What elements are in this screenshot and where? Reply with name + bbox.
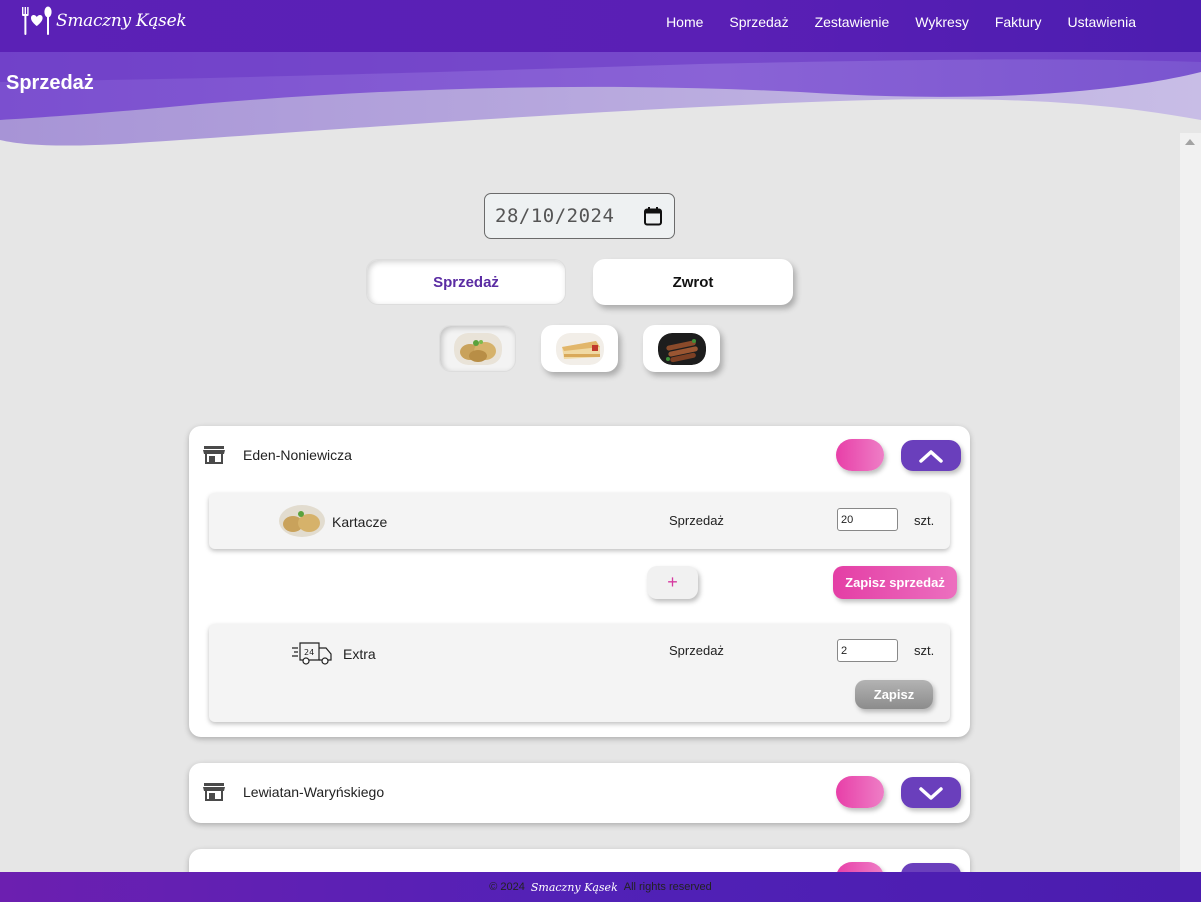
collapse-button[interactable] bbox=[901, 440, 961, 471]
extra-name: Extra bbox=[343, 646, 376, 662]
kartacze-image bbox=[453, 332, 502, 365]
scrollbar[interactable] bbox=[1180, 133, 1201, 872]
date-input[interactable]: 28/10/2024 bbox=[484, 193, 675, 239]
store-action-button[interactable] bbox=[836, 776, 884, 808]
product-sausages-button[interactable] bbox=[643, 325, 720, 372]
footer-copyright: © 2024 bbox=[489, 881, 525, 893]
logo-text: Smaczny Kąsek bbox=[56, 11, 187, 31]
nav-home[interactable]: Home bbox=[666, 14, 703, 30]
footer-brand: Smaczny Kąsek bbox=[530, 880, 618, 894]
product-kartacze-button[interactable] bbox=[439, 325, 516, 372]
sausages-image bbox=[657, 332, 706, 365]
product-cake-button[interactable] bbox=[541, 325, 618, 372]
nav-faktury[interactable]: Faktury bbox=[995, 14, 1042, 30]
extra-quantity-unit: szt. bbox=[914, 643, 935, 658]
save-extra-button[interactable]: Zapisz bbox=[855, 680, 933, 709]
footer-rights: All rights reserved bbox=[623, 881, 712, 893]
delivery-truck-24-icon: 24 bbox=[292, 642, 332, 665]
sale-item-row: Kartacze Sprzedaż 20 szt. bbox=[209, 493, 950, 549]
extra-item-row: 24 Extra Sprzedaż 2 szt. Zapisz bbox=[209, 624, 950, 722]
page-title: Sprzedaż bbox=[6, 72, 94, 94]
logo[interactable]: Smaczny Kąsek bbox=[20, 5, 187, 37]
mode-sale-button[interactable]: Sprzedaż bbox=[366, 259, 566, 305]
chevron-down-icon bbox=[919, 786, 943, 800]
navbar: Smaczny Kąsek Home Sprzedaż Zestawienie … bbox=[0, 0, 1201, 52]
extra-type: Sprzedaż bbox=[669, 643, 724, 658]
expand-button[interactable] bbox=[901, 777, 961, 808]
quantity-unit: szt. bbox=[914, 513, 935, 528]
store-card-eden: Eden-Noniewicza Kartacze Sprzedaż 20 szt… bbox=[189, 426, 970, 737]
scroll-up-arrow-icon[interactable] bbox=[1185, 139, 1195, 145]
mode-return-button[interactable]: Zwrot bbox=[593, 259, 793, 305]
nav-zestawienie[interactable]: Zestawienie bbox=[815, 14, 890, 30]
svg-text:24: 24 bbox=[304, 648, 314, 657]
header-wave-decoration bbox=[0, 52, 1201, 146]
calendar-icon[interactable] bbox=[643, 206, 663, 226]
cake-image bbox=[555, 332, 604, 365]
save-sale-button[interactable]: Zapisz sprzedaż bbox=[833, 566, 957, 599]
quantity-input[interactable]: 20 bbox=[837, 508, 898, 531]
nav-wykresy[interactable]: Wykresy bbox=[915, 14, 969, 30]
nav-ustawienia[interactable]: Ustawienia bbox=[1068, 14, 1136, 30]
store-card-header[interactable]: Lewiatan-Waryńskiego bbox=[189, 763, 970, 823]
extra-quantity-input[interactable]: 2 bbox=[837, 639, 898, 662]
store-icon bbox=[203, 446, 225, 464]
store-name: Lewiatan-Waryńskiego bbox=[243, 784, 385, 800]
store-name: Eden-Noniewicza bbox=[243, 447, 352, 463]
store-action-button[interactable] bbox=[836, 439, 884, 471]
fork-heart-spoon-icon bbox=[22, 6, 52, 35]
store-icon bbox=[203, 783, 225, 801]
store-card-header[interactable]: Eden-Noniewicza bbox=[189, 426, 970, 486]
footer: © 2024 Smaczny Kąsek All rights reserved bbox=[0, 872, 1201, 902]
kartacze-item-image bbox=[279, 505, 325, 537]
date-value: 28/10/2024 bbox=[495, 205, 615, 227]
item-name: Kartacze bbox=[332, 514, 388, 530]
store-card-lewiatan: Lewiatan-Waryńskiego bbox=[189, 763, 970, 823]
nav-links: Home Sprzedaż Zestawienie Wykresy Faktur… bbox=[666, 0, 1136, 44]
nav-sprzedaz[interactable]: Sprzedaż bbox=[729, 14, 788, 30]
item-type: Sprzedaż bbox=[669, 513, 724, 528]
chevron-up-icon bbox=[919, 449, 943, 463]
add-item-button[interactable]: + bbox=[647, 566, 698, 599]
